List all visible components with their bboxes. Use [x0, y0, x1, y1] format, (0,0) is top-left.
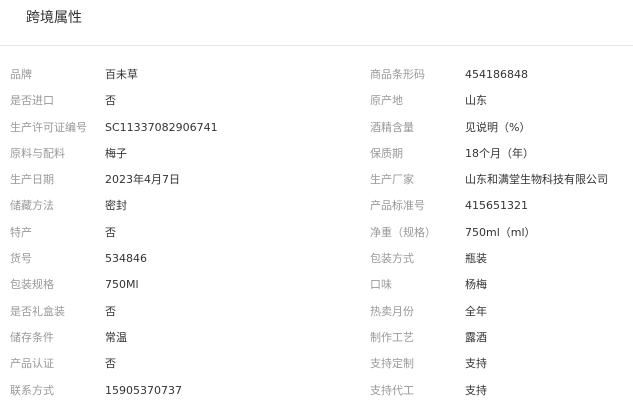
attribute-value: 杨梅: [465, 278, 487, 292]
attribute-row: 货号 534846 包装方式 瓶装: [0, 246, 633, 272]
attribute-label: 储藏方法: [10, 199, 54, 213]
attribute-label: 原产地: [370, 94, 403, 108]
attribute-label: 是否礼盒装: [10, 304, 65, 318]
attribute-value: 露酒: [465, 330, 487, 344]
attribute-value: 否: [105, 94, 116, 108]
attribute-value: SC11337082906741: [105, 120, 218, 134]
attribute-value: 百未草: [105, 68, 138, 81]
attribute-row: 包装规格 750Ml 口味 杨梅: [0, 272, 633, 298]
attribute-value: 18个月（年）: [465, 146, 534, 160]
attribute-value: 见说明（%）: [465, 120, 531, 134]
attribute-label: 口味: [370, 278, 392, 292]
attribute-label: 储存条件: [10, 330, 54, 344]
attribute-value: 支持: [465, 357, 487, 371]
attribute-value: 否: [105, 225, 116, 239]
attribute-row: 原料与配料 梅子 保质期 18个月（年）: [0, 141, 633, 167]
attribute-value: 415651321: [465, 199, 528, 213]
attribute-label: 是否进口: [10, 94, 54, 108]
attribute-label: 产品认证: [10, 357, 54, 371]
attribute-value: 全年: [465, 304, 487, 318]
attribute-value: 否: [105, 304, 116, 318]
attribute-row: 产品认证 否 支持定制 支持: [0, 351, 633, 377]
attribute-row: 生产日期 2023年4月7日 生产厂家 山东和满堂生物科技有限公司: [0, 167, 633, 193]
attribute-row: 储藏方法 密封 产品标准号 415651321: [0, 193, 633, 219]
attribute-label: 商品条形码: [370, 68, 425, 81]
attribute-label: 支持定制: [370, 357, 414, 371]
attribute-label: 生产日期: [10, 173, 54, 187]
cross-border-attributes-panel: 跨境属性 品牌 百未草 商品条形码 454186848 是否进口否原产地 山东 生产许可证编…: [0, 0, 633, 406]
attribute-value: 否: [105, 357, 116, 371]
attribute-value: 山东和满堂生物科技有限公司: [465, 173, 608, 187]
attribute-row: 是否进口 否 原产地 山东: [0, 88, 633, 114]
attribute-value: 2023年4月7日: [105, 173, 180, 187]
attribute-row: 特产 否 净重（规格） 750ml（ml）: [0, 220, 633, 246]
attribute-label: 品牌: [10, 68, 32, 81]
attribute-label: 支持代工: [370, 383, 414, 397]
attribute-row: 生产许可证编号 SC11337082906741 酒精含量 见说明（%）: [0, 115, 633, 141]
attribute-label: 联系方式: [10, 383, 54, 397]
panel-title: 跨境属性: [26, 10, 82, 26]
attribute-value: 750ml（ml）: [465, 225, 536, 239]
attribute-label: 热卖月份: [370, 304, 414, 318]
attribute-value: 常温: [105, 330, 127, 344]
attribute-value: 密封: [105, 199, 127, 213]
attribute-grid: 品牌 百未草 商品条形码 454186848 是否进口否原产地 山东 生产许可证编号 SC11…: [0, 62, 633, 404]
attribute-value: 梅子: [105, 146, 127, 160]
attribute-label: 净重（规格）: [370, 225, 436, 239]
attribute-value: 534846: [105, 252, 147, 266]
attribute-label: 包装规格: [10, 278, 54, 292]
attribute-value: 454186848: [465, 68, 528, 81]
attribute-label: 产品标准号: [370, 199, 425, 213]
attribute-value: 支持: [465, 383, 487, 397]
attribute-row: 品牌 百未草 商品条形码 454186848: [0, 62, 633, 88]
attribute-row: 储存条件 常温 制作工艺 露酒: [0, 325, 633, 351]
attribute-label: 包装方式: [370, 252, 414, 266]
attribute-label: 制作工艺: [370, 330, 414, 344]
attribute-label: 酒精含量: [370, 120, 414, 134]
attribute-label: 生产厂家: [370, 173, 414, 187]
attribute-row: 联系方式 15905370737 支持代工 支持: [0, 378, 633, 404]
attribute-label: 特产: [10, 225, 32, 239]
attribute-value: 750Ml: [105, 278, 139, 292]
panel-header: 跨境属性: [0, 0, 633, 46]
attribute-label: 原料与配料: [10, 146, 65, 160]
attribute-row: 是否礼盒装 否 热卖月份 全年: [0, 299, 633, 325]
attribute-value: 山东: [465, 94, 487, 108]
attribute-value: 15905370737: [105, 383, 182, 397]
attribute-label: 货号: [10, 252, 32, 266]
attribute-value: 瓶装: [465, 252, 487, 266]
attribute-label: 生产许可证编号: [10, 120, 87, 134]
attribute-label: 保质期: [370, 146, 403, 160]
